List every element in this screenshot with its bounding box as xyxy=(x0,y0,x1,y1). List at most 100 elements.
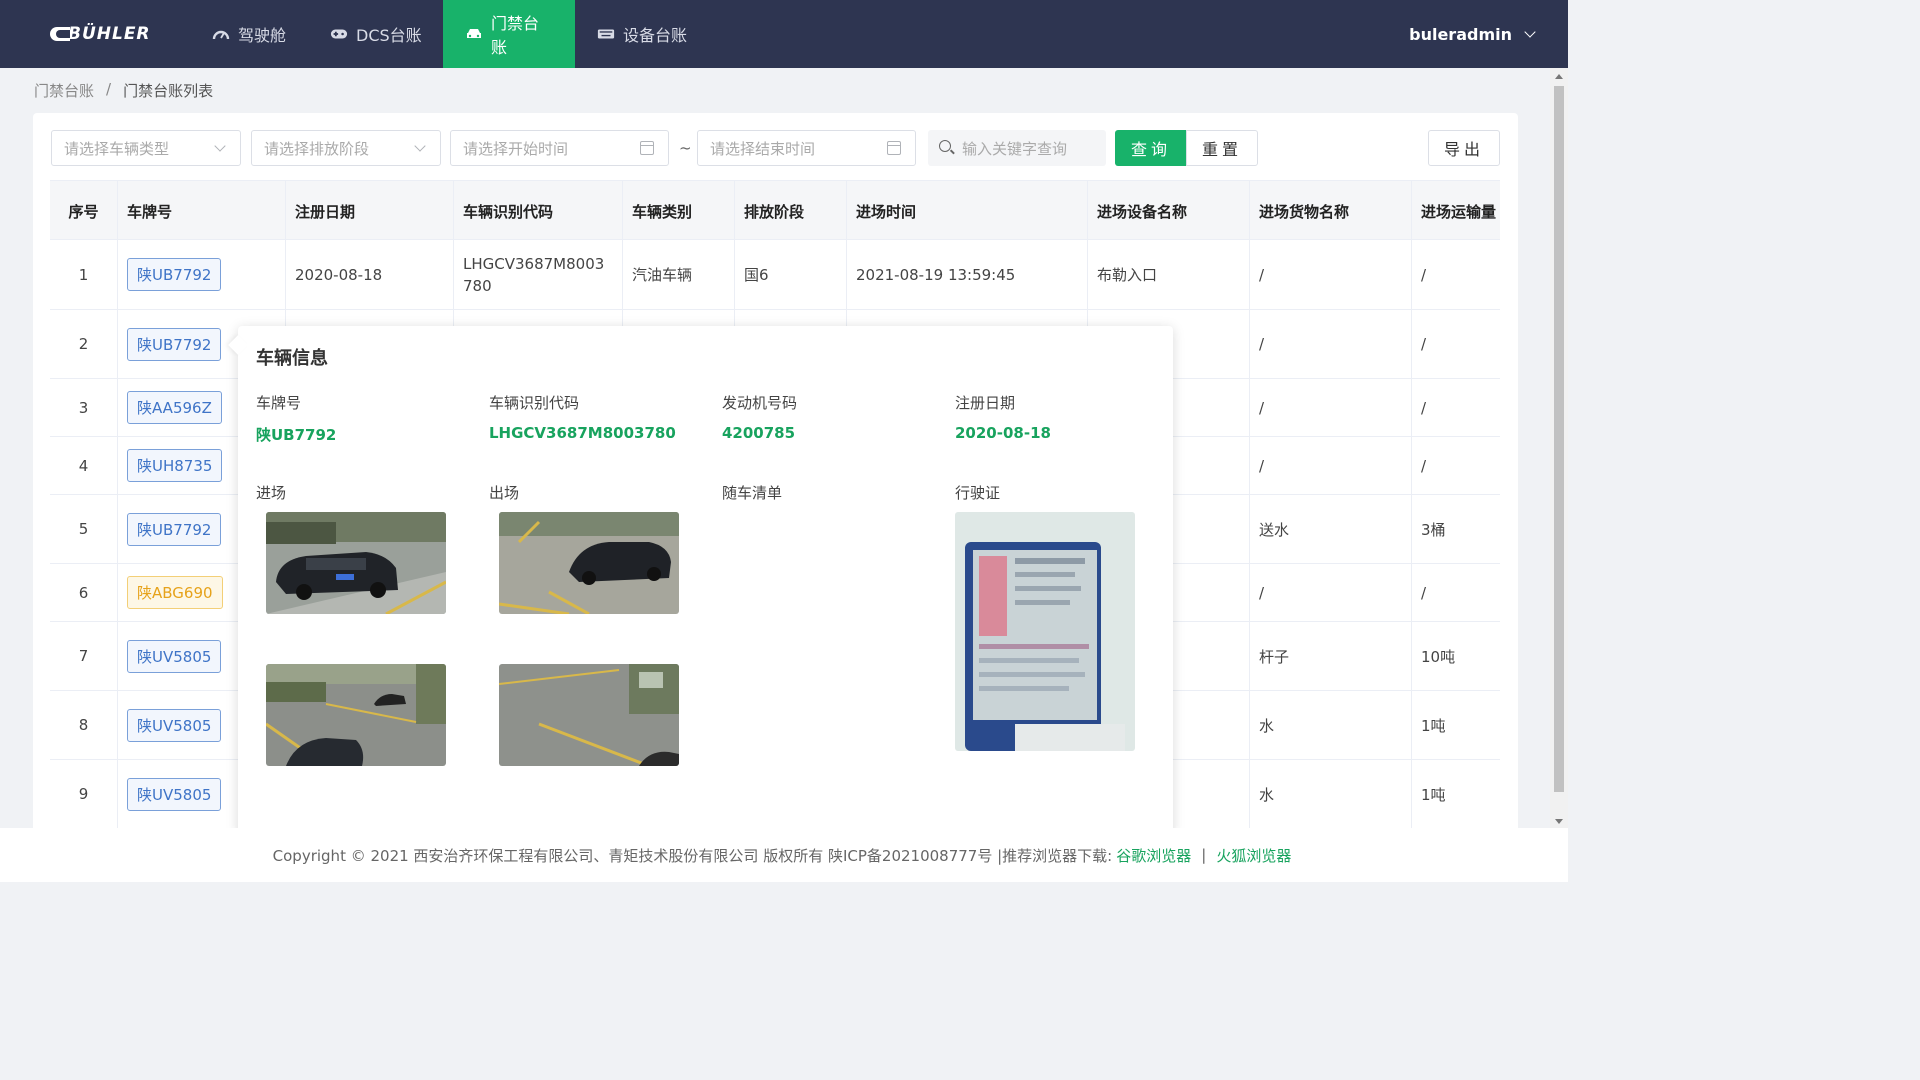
plate-tag[interactable]: 陕AA596Z xyxy=(127,391,222,424)
cell-amount: / xyxy=(1421,335,1427,353)
search-icon xyxy=(939,140,951,152)
cell-amount: 3桶 xyxy=(1421,520,1446,539)
start-time-placeholder: 请选择开始时间 xyxy=(463,139,569,158)
cell-amount: / xyxy=(1421,583,1427,602)
breadcrumb-current: 门禁台账列表 xyxy=(123,82,214,100)
user-menu[interactable]: buleradmin xyxy=(1409,0,1536,68)
cell-amount: / xyxy=(1421,398,1427,417)
entry-photos-label: 进场 xyxy=(256,484,287,502)
nav-item-cockpit[interactable]: 驾驶舱 xyxy=(190,0,308,68)
header-device: 进场设备名称 xyxy=(1088,181,1250,241)
chrome-download-link[interactable]: 谷歌浏览器 xyxy=(1116,845,1191,866)
cell-cargo: 水 xyxy=(1250,760,1412,828)
cell-index: 1 xyxy=(50,240,118,309)
page-scrollbar[interactable] xyxy=(1550,68,1568,828)
breadcrumb-separator: / xyxy=(106,80,112,98)
username: buleradmin xyxy=(1409,24,1512,44)
logo-text: BÜHLER xyxy=(68,24,151,44)
breadcrumb-parent[interactable]: 门禁台账 xyxy=(34,80,94,101)
query-button[interactable]: 查询 xyxy=(1115,130,1187,166)
exit-photo[interactable] xyxy=(499,512,679,614)
export-button[interactable]: 导出 xyxy=(1428,130,1500,166)
plate-tag[interactable]: 陕ABG690 xyxy=(127,576,223,609)
cell-index: 3 xyxy=(50,379,118,436)
plate-tag[interactable]: 陕UB7792 xyxy=(127,258,222,291)
cell-cargo: 送水 xyxy=(1250,495,1412,563)
start-time-picker[interactable]: 请选择开始时间 xyxy=(450,130,669,166)
header-amount: 进场运输量 xyxy=(1421,202,1497,221)
cell-cargo: / xyxy=(1250,379,1412,436)
cell-cargo: 杆子 xyxy=(1250,622,1412,690)
engine-no-value: 4200785 xyxy=(722,424,796,442)
header-vin: 车辆识别代码 xyxy=(454,181,623,241)
keyword-placeholder: 输入关键字查询 xyxy=(962,139,1068,158)
calendar-icon xyxy=(640,141,654,155)
vehicle-type-select[interactable]: 请选择车辆类型 xyxy=(51,130,241,166)
cell-amount: 1吨 xyxy=(1421,785,1446,804)
plate-tag[interactable]: 陕UV5805 xyxy=(127,639,222,673)
cell-index: 9 xyxy=(50,760,118,828)
keyboard-icon xyxy=(597,27,615,41)
chevron-down-icon xyxy=(214,140,226,152)
cell-plate: 陕UB7792 xyxy=(118,240,286,309)
cell-entry-time: 2021-08-19 13:59:45 xyxy=(847,240,1088,309)
entry-photo[interactable] xyxy=(266,512,446,614)
nav-item-dcs[interactable]: DCS台账 xyxy=(308,0,444,68)
scrollbar-thumb[interactable] xyxy=(1554,86,1564,792)
cell-amount: / xyxy=(1421,265,1427,284)
cell-index: 8 xyxy=(50,691,118,759)
engine-no-label: 发动机号码 xyxy=(722,394,798,412)
vin-value: LHGCV3687M8003780 xyxy=(489,424,676,442)
cell-reg-date: 2020-08-18 xyxy=(286,240,454,309)
plate-tag[interactable]: 陕UV5805 xyxy=(127,777,222,811)
cell-device: 布勒入口 xyxy=(1088,240,1250,309)
vin-text: LHGCV3687M8003780 xyxy=(463,254,605,295)
plate-value: 陕UB7792 xyxy=(256,426,337,444)
nav-item-access-control[interactable]: 门禁台账 xyxy=(443,0,575,68)
header-cargo: 进场货物名称 xyxy=(1250,181,1412,241)
cell-cargo: / xyxy=(1250,437,1412,494)
gamepad-icon xyxy=(330,27,348,41)
emission-stage-select[interactable]: 请选择排放阶段 xyxy=(251,130,441,166)
scroll-up-arrow-icon[interactable] xyxy=(1555,74,1563,79)
vehicle-info-popover: 车辆信息 车牌号 陕UB7792 车辆识别代码 LHGCV3687M800378… xyxy=(228,326,1173,836)
reg-date-label: 注册日期 xyxy=(955,394,1016,412)
reset-button[interactable]: 重置 xyxy=(1186,130,1258,166)
chevron-down-icon xyxy=(414,140,426,152)
vehicle-type-placeholder: 请选择车辆类型 xyxy=(64,139,170,158)
nav-label: 设备台账 xyxy=(623,26,688,45)
cell-stage: 国6 xyxy=(735,240,847,309)
plate-label: 车牌号 xyxy=(256,394,302,412)
driving-license-photo[interactable] xyxy=(955,512,1135,751)
plate-tag[interactable]: 陕UB7792 xyxy=(127,512,222,546)
table-header: 序号 车牌号 注册日期 车辆识别代码 车辆类别 排放阶段 进场时间 进场设备名称… xyxy=(50,180,1500,241)
table-row[interactable]: 1 陕UB7792 2020-08-18 LHGCV3687M8003780 汽油车辆国… xyxy=(50,240,1500,310)
nav-item-equipment[interactable]: 设备台账 xyxy=(575,0,709,68)
scroll-down-arrow-icon[interactable] xyxy=(1555,819,1563,824)
cell-cargo: / xyxy=(1250,564,1412,621)
buhler-logo[interactable]: BÜHLER xyxy=(50,23,151,45)
keyword-search-input[interactable]: 输入关键字查询 xyxy=(928,130,1106,166)
cell-index: 6 xyxy=(50,564,118,621)
cell-cargo: / xyxy=(1250,240,1412,309)
plate-tag[interactable]: 陕UB7792 xyxy=(127,327,222,361)
plate-tag[interactable]: 陕UH8735 xyxy=(127,449,223,482)
driving-license-label: 行驶证 xyxy=(955,484,1001,502)
footer-separator: | xyxy=(1201,846,1207,864)
exit-photo[interactable] xyxy=(499,664,679,766)
emission-stage-placeholder: 请选择排放阶段 xyxy=(264,139,370,158)
dashboard-icon xyxy=(212,27,230,41)
nav-label: 门禁台账 xyxy=(491,14,540,57)
car-icon xyxy=(465,27,483,41)
range-separator: ~ xyxy=(679,139,692,157)
end-time-picker[interactable]: 请选择结束时间 xyxy=(697,130,916,166)
reg-date-value: 2020-08-18 xyxy=(955,424,1051,442)
firefox-download-link[interactable]: 火狐浏览器 xyxy=(1216,845,1291,866)
header-category: 车辆类别 xyxy=(623,181,735,241)
entry-photo[interactable] xyxy=(266,664,446,766)
page-footer: Copyright © 2021 西安治齐环保工程有限公司、青矩技术股份有限公司… xyxy=(0,828,1568,882)
plate-tag[interactable]: 陕UV5805 xyxy=(127,708,222,742)
end-time-placeholder: 请选择结束时间 xyxy=(710,139,816,158)
cell-vin: LHGCV3687M8003780 xyxy=(454,240,623,309)
header-plate: 车牌号 xyxy=(118,181,286,241)
